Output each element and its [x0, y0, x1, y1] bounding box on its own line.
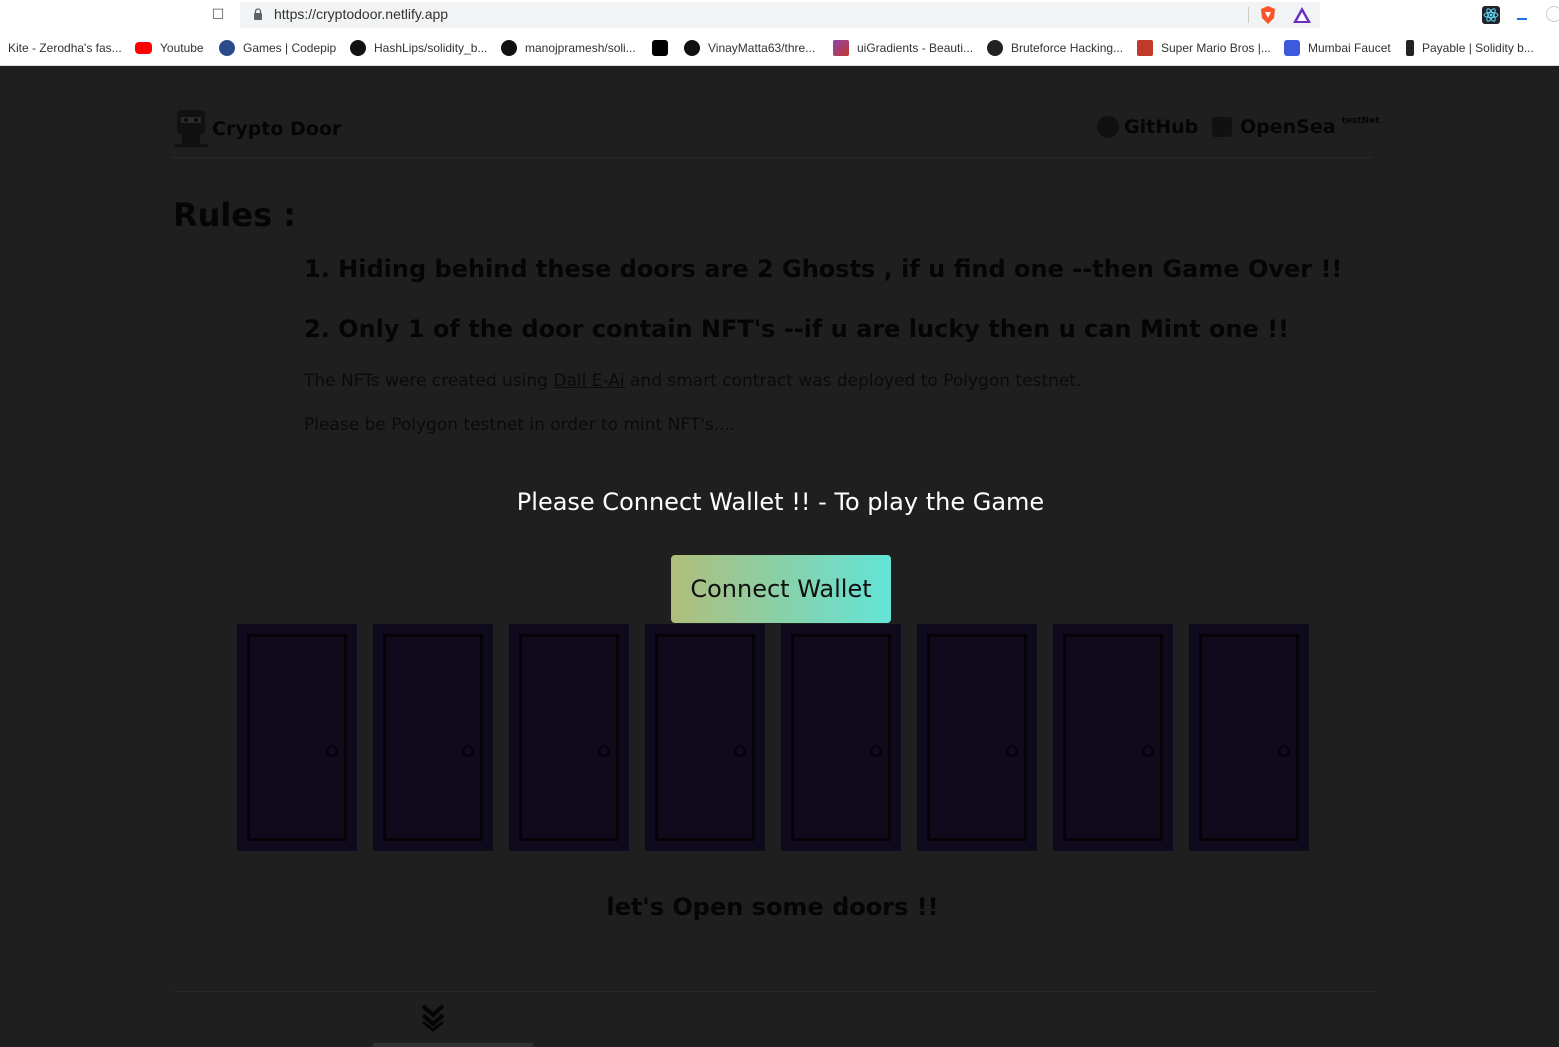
bruteforce-icon [987, 40, 1003, 56]
bookmark-label: HashLips/solidity_b... [374, 41, 488, 55]
door[interactable] [237, 624, 357, 851]
bookmark-item[interactable]: Payable | Solidity b... [1406, 40, 1534, 56]
connect-wallet-prompt: Please Connect Wallet !! - To play the G… [516, 488, 1045, 516]
door-knob-icon [598, 745, 610, 757]
bookmark-label: manojpramesh/soli... [525, 41, 636, 55]
bookmark-item[interactable]: Bruteforce Hacking... [987, 40, 1123, 56]
bookmark-item[interactable]: Youtube [135, 40, 204, 56]
scroll-track [373, 1043, 533, 1047]
rule-one: 1. Hiding behind these doors are 2 Ghost… [304, 255, 1343, 283]
opensea-label: OpenSea [1240, 116, 1336, 138]
door[interactable] [1189, 624, 1309, 851]
doors-row [237, 624, 1317, 852]
github-label: GitHub [1124, 116, 1199, 138]
brave-rewards-icon[interactable] [1292, 6, 1312, 24]
footer-divider [175, 991, 1375, 992]
door-knob-icon [870, 745, 882, 757]
door-frame [519, 634, 619, 841]
browser-address-row: ☐ https://cryptodoor.netlify.app [0, 0, 1559, 31]
bookmark-label: Youtube [160, 41, 204, 55]
page-content: Crypto Door GitHub OpenSea testNet Rules… [0, 66, 1559, 1047]
bookmark-item[interactable]: manojpramesh/soli... [501, 40, 636, 56]
connect-wallet-button[interactable]: Connect Wallet [671, 555, 891, 623]
network-note: Please be Polygon testnet in order to mi… [304, 415, 736, 435]
bookmark-star-icon[interactable]: ☐ [209, 6, 227, 24]
github-icon [684, 40, 700, 56]
uigradients-icon [833, 40, 849, 56]
door-knob-icon [1278, 745, 1290, 757]
bookmark-label: Mumbai Faucet [1308, 41, 1391, 55]
triangle-app-icon [652, 40, 668, 56]
bookmark-label: Kite - Zerodha's fas... [8, 41, 122, 55]
door[interactable] [1053, 624, 1173, 851]
image-gallery-icon [1212, 117, 1232, 137]
door-frame [247, 634, 347, 841]
bookmarks-bar: Kite - Zerodha's fas... Youtube Games | … [0, 31, 1559, 66]
bookmark-label: Games | Codepip [243, 41, 337, 55]
navbar: Crypto Door GitHub OpenSea testNet [172, 106, 1380, 158]
url-text[interactable]: https://cryptodoor.netlify.app [274, 6, 448, 22]
youtube-icon [135, 42, 152, 54]
bookmark-item[interactable]: Games | Codepip [219, 40, 336, 56]
door[interactable] [509, 624, 629, 851]
bookmark-item[interactable]: VinayMatta63/thre... [684, 40, 815, 56]
door-frame [927, 634, 1027, 841]
door-frame [655, 634, 755, 841]
polygon-icon [1284, 40, 1300, 56]
door[interactable] [917, 624, 1037, 851]
bookmark-label: VinayMatta63/thre... [708, 41, 816, 55]
info-suffix: and smart contract was deployed to Polyg… [624, 371, 1082, 391]
bookmark-label: Super Mario Bros |... [1161, 41, 1271, 55]
door-knob-icon [326, 745, 338, 757]
bookmark-item[interactable]: Super Mario Bros |... [1137, 40, 1271, 56]
codepip-icon [219, 40, 235, 56]
bookmark-item[interactable]: Kite - Zerodha's fas... [8, 40, 122, 56]
door[interactable] [373, 624, 493, 851]
react-devtools-icon[interactable] [1482, 6, 1500, 24]
rules-heading: Rules : [173, 196, 297, 234]
door-frame [383, 634, 483, 841]
bookmark-item[interactable]: uiGradients - Beauti... [833, 40, 973, 56]
door[interactable] [645, 624, 765, 851]
github-icon [350, 40, 366, 56]
testnet-tag: testNet [1341, 116, 1380, 126]
bookmark-label: uiGradients - Beauti... [857, 41, 974, 55]
robot-logo-icon[interactable] [172, 108, 210, 148]
door-knob-icon [1006, 745, 1018, 757]
door-frame [1199, 634, 1299, 841]
info-prefix: The NFTs were created using [304, 371, 554, 391]
door-frame [1063, 634, 1163, 841]
url-divider [1248, 7, 1249, 23]
github-link[interactable]: GitHub [1097, 116, 1198, 138]
github-icon [1097, 116, 1119, 138]
door-frame [791, 634, 891, 841]
opensea-link[interactable]: OpenSea testNet [1212, 116, 1380, 138]
bookmark-item[interactable] [652, 40, 676, 56]
extension-icon[interactable] [1546, 6, 1559, 22]
github-icon [501, 40, 517, 56]
brave-shield-icon[interactable] [1259, 5, 1277, 25]
rule-two: 2. Only 1 of the door contain NFT's --if… [304, 315, 1289, 343]
dalle-link[interactable]: Dall E-Ai [553, 371, 624, 391]
bookmark-item[interactable]: HashLips/solidity_b... [350, 40, 487, 56]
brand-name[interactable]: Crypto Door [212, 118, 341, 140]
dollar-icon [1406, 40, 1414, 56]
nft-info-text: The NFTs were created using Dall E-Ai an… [304, 371, 1081, 391]
double-chevron-down-icon[interactable] [420, 1002, 446, 1032]
door-knob-icon [1142, 745, 1154, 757]
minimize-icon[interactable] [1517, 18, 1527, 20]
lock-icon [254, 8, 262, 20]
bookmark-item[interactable]: Mumbai Faucet [1284, 40, 1391, 56]
door[interactable] [781, 624, 901, 851]
bookmark-label: Payable | Solidity b... [1422, 41, 1534, 55]
mario-icon [1137, 40, 1153, 56]
door-knob-icon [734, 745, 746, 757]
door-knob-icon [462, 745, 474, 757]
bookmark-label: Bruteforce Hacking... [1011, 41, 1124, 55]
open-doors-cta: let's Open some doors !! [606, 893, 939, 921]
